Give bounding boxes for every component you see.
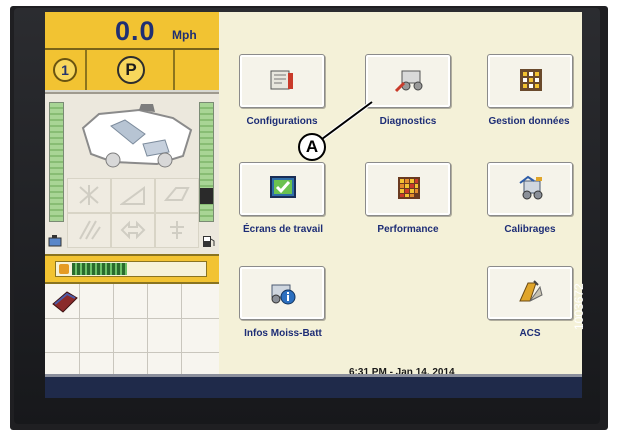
callout-leader-line bbox=[320, 100, 374, 141]
figure-number: 1003672 bbox=[572, 283, 586, 330]
callout-label: A bbox=[298, 133, 326, 161]
